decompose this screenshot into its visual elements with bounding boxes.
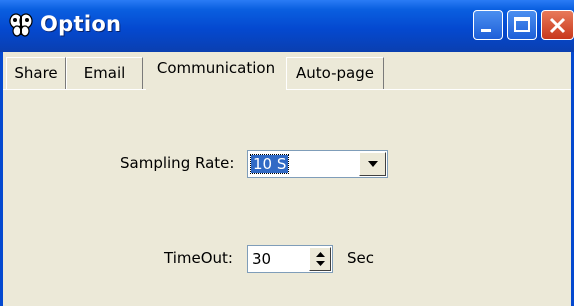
butterfly-icon [9, 13, 33, 37]
option-window: Option Share Email Communication Auto-pa… [0, 0, 574, 306]
tab-share[interactable]: Share [6, 57, 66, 89]
minimize-button[interactable] [473, 10, 503, 40]
window-title: Option [40, 12, 122, 36]
maximize-button[interactable] [507, 10, 537, 40]
timeout-spin-buttons[interactable] [309, 247, 331, 271]
timeout-spinbox[interactable]: 30 [247, 245, 333, 273]
sampling-rate-dropdown-button[interactable] [359, 152, 386, 176]
tab-panel-border [0, 89, 574, 90]
sampling-rate-label: Sampling Rate: [120, 154, 235, 172]
chevron-down-icon [368, 161, 378, 167]
close-icon [549, 17, 566, 34]
sampling-rate-select[interactable]: 10 S [247, 150, 388, 178]
close-button[interactable] [541, 10, 574, 40]
timeout-value: 30 [252, 250, 272, 268]
selected-tab-gap [146, 89, 286, 90]
tab-strip: Share Email Communication Auto-page [0, 52, 574, 89]
timeout-label: TimeOut: [164, 249, 233, 267]
timeout-unit-label: Sec [347, 249, 374, 267]
tab-auto-page[interactable]: Auto-page [286, 57, 384, 89]
title-bar[interactable]: Option [0, 0, 574, 52]
tab-email[interactable]: Email [66, 57, 143, 89]
sampling-rate-value: 10 S [249, 154, 290, 174]
spin-arrows-icon [316, 252, 325, 266]
tab-communication[interactable]: Communication [146, 52, 286, 89]
window-left-border [0, 52, 3, 306]
